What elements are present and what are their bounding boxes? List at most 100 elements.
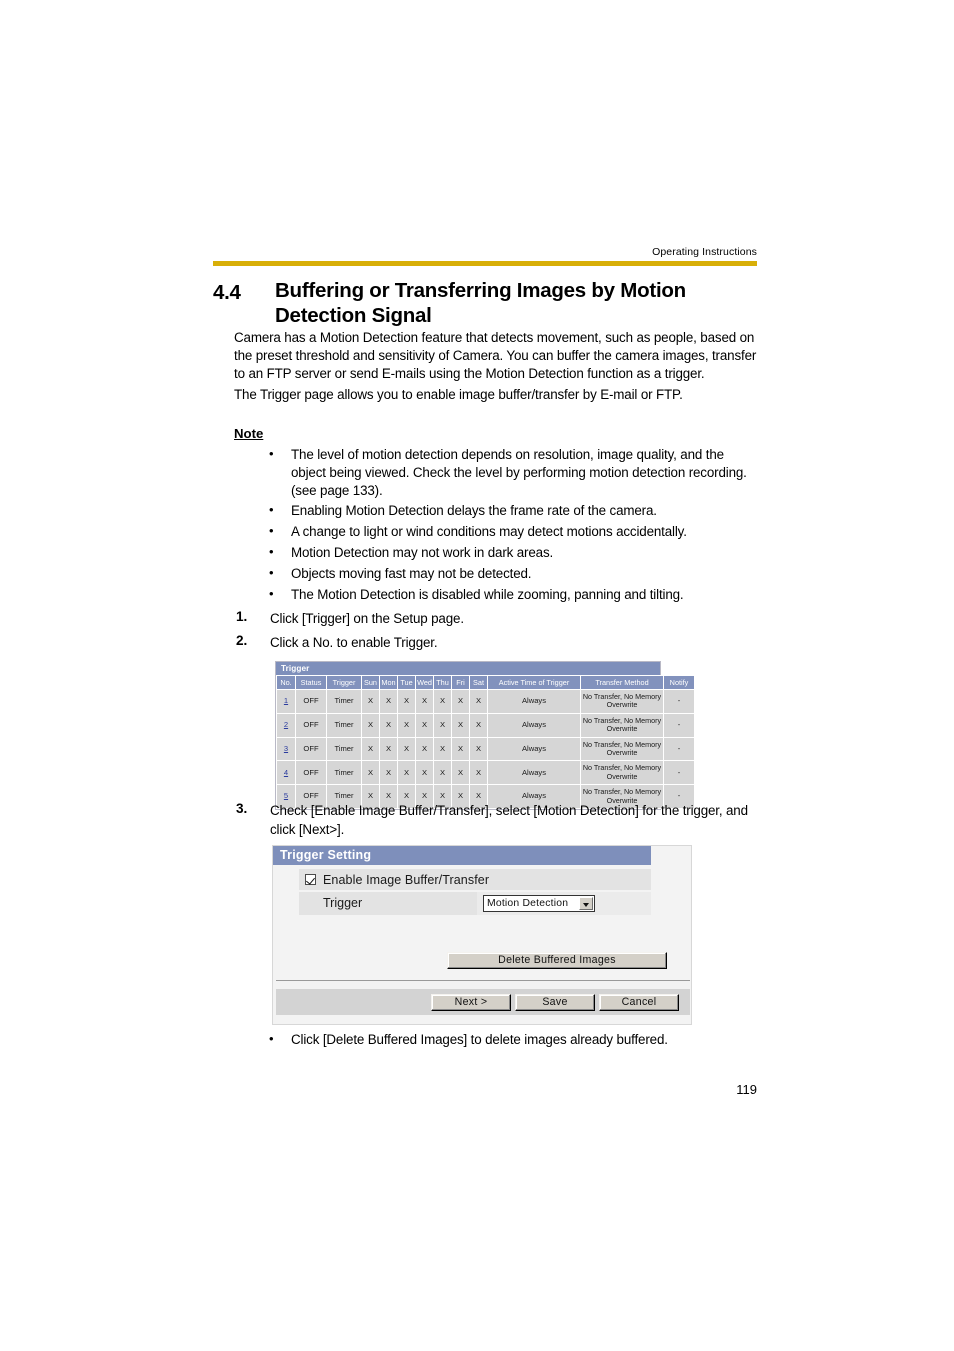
trigger-no-link-cell[interactable]: 2 <box>276 712 296 738</box>
intro-paragraph-1: Camera has a Motion Detection feature th… <box>234 330 757 381</box>
table-row: 4 OFF Timer X X X X X X X Always No Tran… <box>276 760 695 786</box>
transfer-method-cell: No Transfer, No Memory Overwrite <box>580 736 664 762</box>
intro-body: Camera has a Motion Detection feature th… <box>234 329 758 404</box>
fri-cell: X <box>451 736 470 762</box>
trigger-field-label: Trigger <box>323 896 363 910</box>
transfer-method-cell: No Transfer, No Memory Overwrite <box>580 712 664 738</box>
wed-cell: X <box>415 712 434 738</box>
status-cell: OFF <box>295 712 327 738</box>
trigger-cell: Timer <box>326 760 362 786</box>
fri-cell: X <box>451 712 470 738</box>
mon-cell: X <box>379 736 398 762</box>
trigger-cell: Timer <box>326 712 362 738</box>
column-header-notify: Notify <box>663 675 695 690</box>
enable-buffer-label: Enable Image Buffer/Transfer <box>323 872 490 887</box>
note-heading: Note <box>234 426 264 441</box>
table-row: 2 OFF Timer X X X X X X X Always No Tran… <box>276 712 695 738</box>
dialog-title: Trigger Setting <box>273 846 651 865</box>
trigger-no-link[interactable]: 3 <box>284 744 288 753</box>
trigger-cell: Timer <box>326 736 362 762</box>
column-header-sun: Sun <box>361 675 380 690</box>
step-2-text: Click a No. to enable Trigger. <box>270 635 438 650</box>
column-header-wed: Wed <box>415 675 434 690</box>
trigger-setting-screenshot: Trigger Setting Enable Image Buffer/Tran… <box>272 845 692 1025</box>
page-title: Buffering or Transferring Images by Moti… <box>275 279 686 327</box>
column-header-tue: Tue <box>397 675 416 690</box>
mon-cell: X <box>379 712 398 738</box>
bullet-icon: • <box>269 502 274 518</box>
trigger-select[interactable]: Motion Detection <box>483 895 595 912</box>
trailing-note-item: • Click [Delete Buffered Images] to delet… <box>267 1031 759 1049</box>
table-row: 1 OFF Timer X X X X X X X Always No Tran… <box>276 689 695 714</box>
trigger-table-header-row: No. Status Trigger Sun Mon Tue Wed Thu F… <box>276 675 695 690</box>
bullet-icon: • <box>269 446 274 461</box>
sat-cell: X <box>469 760 488 786</box>
document-page: Operating Instructions 4.4 Buffering or … <box>0 0 954 1351</box>
column-header-fri: Fri <box>451 675 470 690</box>
cancel-button[interactable]: Cancel <box>599 994 679 1011</box>
page-number: 119 <box>736 1082 757 1097</box>
column-header-active-time: Active Time of Trigger <box>487 675 581 690</box>
note-item-text: Enabling Motion Detection delays the fra… <box>291 503 657 519</box>
note-item: • Motion Detection may not work in dark a… <box>267 544 759 562</box>
note-item: • Enabling Motion Detection delays the fr… <box>267 502 759 520</box>
sun-cell: X <box>361 689 380 714</box>
thu-cell: X <box>433 689 452 714</box>
trigger-no-link[interactable]: 2 <box>284 720 288 729</box>
next-button[interactable]: Next > <box>431 994 511 1011</box>
bullet-icon: • <box>269 585 274 601</box>
trigger-no-link[interactable]: 1 <box>284 696 288 705</box>
tue-cell: X <box>397 689 416 714</box>
tue-cell: X <box>397 712 416 738</box>
wed-cell: X <box>415 689 434 714</box>
notify-cell: - <box>663 712 695 738</box>
section-heading: 4.4 Buffering or Transferring Images by … <box>213 278 757 328</box>
column-header-sat: Sat <box>469 675 488 690</box>
enable-buffer-row[interactable]: Enable Image Buffer/Transfer <box>299 869 651 890</box>
tue-cell: X <box>397 760 416 786</box>
active-time-cell: Always <box>487 689 581 714</box>
column-header-trigger: Trigger <box>326 675 362 690</box>
chevron-down-icon[interactable] <box>579 897 593 910</box>
sat-cell: X <box>469 712 488 738</box>
delete-buffered-images-button[interactable]: Delete Buffered Images <box>447 952 667 969</box>
note-item: • A change to light or wind conditions ma… <box>267 523 759 541</box>
trigger-no-link[interactable]: 5 <box>284 791 288 801</box>
sun-cell: X <box>361 712 380 738</box>
wed-cell: X <box>415 736 434 762</box>
active-time-cell: Always <box>487 736 581 762</box>
mon-cell: X <box>379 689 398 714</box>
note-item-text: Objects moving fast may not be detected. <box>291 565 532 581</box>
save-button[interactable]: Save <box>515 994 595 1011</box>
note-item: • Objects moving fast may not be detected… <box>267 565 759 583</box>
trigger-no-link-cell[interactable]: 1 <box>276 689 296 714</box>
trigger-no-link-cell[interactable]: 4 <box>276 760 296 786</box>
bullet-icon: • <box>269 543 274 559</box>
note-list: • The level of motion detection depends o… <box>267 446 759 606</box>
trigger-no-link[interactable]: 4 <box>284 768 288 777</box>
thu-cell: X <box>433 712 452 738</box>
step-1-text: Click [Trigger] on the Setup page. <box>270 611 464 626</box>
column-header-no: No. <box>276 675 296 690</box>
bullet-icon: • <box>269 1031 274 1046</box>
trigger-table-title: Trigger <box>276 662 660 675</box>
note-item-text: Motion Detection may not work in dark ar… <box>291 544 554 560</box>
status-cell: OFF <box>295 689 327 714</box>
thu-cell: X <box>433 736 452 762</box>
trailing-note-text: Click [Delete Buffered Images] to delete… <box>291 1032 668 1047</box>
bullet-icon: • <box>269 564 274 580</box>
trigger-list-screenshot: Trigger No. Status Trigger Sun Mon Tue W… <box>275 661 695 811</box>
sun-cell: X <box>361 760 380 786</box>
trigger-no-link-cell[interactable]: 3 <box>276 736 296 762</box>
enable-buffer-checkbox[interactable] <box>305 874 316 885</box>
trigger-select-value: Motion Detection <box>487 898 569 909</box>
wed-cell: X <box>415 760 434 786</box>
status-cell: OFF <box>295 736 327 762</box>
fri-cell: X <box>451 689 470 714</box>
bullet-icon: • <box>269 523 274 539</box>
trigger-table: No. Status Trigger Sun Mon Tue Wed Thu F… <box>276 675 695 810</box>
status-cell: OFF <box>295 760 327 786</box>
sun-cell: X <box>361 736 380 762</box>
dialog-divider <box>276 980 690 981</box>
step-1: 1. Click [Trigger] on the Setup page. <box>236 609 760 628</box>
